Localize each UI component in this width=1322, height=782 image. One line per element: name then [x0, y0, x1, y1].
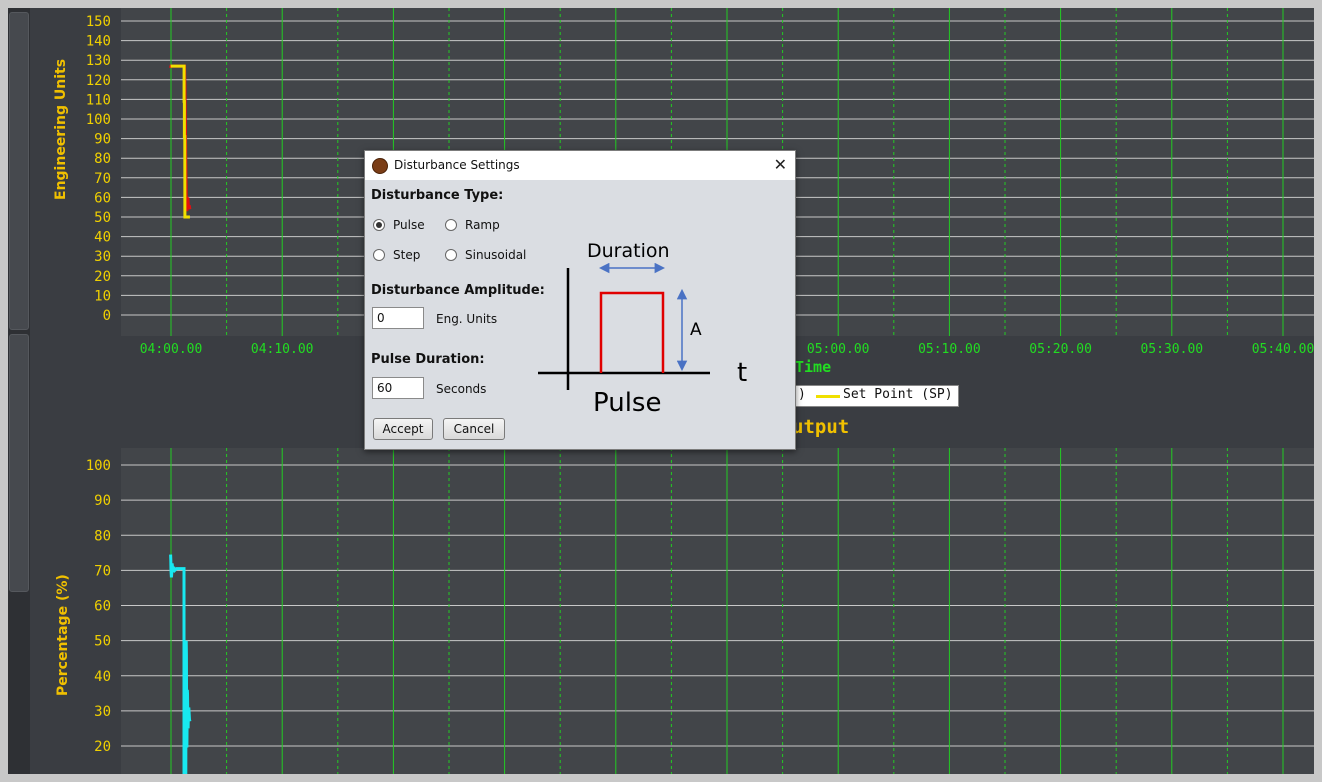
bottom-y-axis-label: Percentage (%) — [55, 574, 71, 696]
top-y-tick-label: 0 — [103, 308, 111, 324]
dialog-title: Disturbance Settings — [394, 158, 520, 172]
bottom-y-tick-label: 20 — [94, 739, 111, 755]
top-x-axis-label: Time — [795, 358, 831, 376]
top-y-tick-label: 140 — [86, 34, 111, 50]
bottom-y-tick-label: 80 — [94, 528, 111, 544]
radio-step-indicator[interactable] — [373, 249, 385, 261]
bottom-y-tick-label: 90 — [94, 493, 111, 509]
radio-pulse-label: Pulse — [393, 218, 425, 232]
top-y-tick-label: 120 — [86, 73, 111, 89]
top-x-tick-label: 05:10.00 — [918, 342, 981, 357]
duration-header: Pulse Duration: — [371, 352, 485, 367]
top-y-tick-label: 30 — [94, 249, 111, 265]
diagram-caption: Pulse — [593, 388, 661, 418]
bottom-y-tick-label: 60 — [94, 599, 111, 615]
top-y-tick-label: 130 — [86, 53, 111, 69]
bottom-y-tick-label: 100 — [86, 458, 111, 474]
top-y-axis-label: Engineering Units — [53, 59, 69, 200]
radio-pulse-indicator[interactable] — [373, 219, 385, 231]
top-x-tick-label: 05:20.00 — [1029, 342, 1092, 357]
radio-step-label: Step — [393, 248, 421, 262]
pulse-diagram: Duration A t Pulse — [538, 240, 747, 418]
dialog-title-bar[interactable]: Disturbance Settings ✕ — [365, 151, 795, 180]
radio-step[interactable]: Step — [373, 248, 420, 262]
top-x-tick-label: 04:10.00 — [251, 342, 314, 357]
radio-sinusoidal-label: Sinusoidal — [465, 248, 527, 262]
radio-sinusoidal[interactable]: Sinusoidal — [445, 248, 526, 262]
top-x-tick-label: 05:40.00 — [1252, 342, 1314, 357]
radio-ramp[interactable]: Ramp — [445, 218, 500, 232]
top-x-tick-label: 04:00.00 — [140, 342, 203, 357]
top-y-tick-label: 10 — [94, 288, 111, 304]
close-icon[interactable]: ✕ — [774, 155, 787, 174]
top-y-tick-label: 70 — [94, 171, 111, 187]
top-x-tick-label: 05:30.00 — [1140, 342, 1203, 357]
top-y-tick-label: 50 — [94, 210, 111, 226]
top-y-tick-label: 90 — [94, 132, 111, 148]
duration-unit: Seconds — [436, 382, 487, 396]
top-y-tick-label: 110 — [86, 92, 111, 108]
top-y-tick-label: 100 — [86, 112, 111, 128]
disturbance-app-icon — [372, 158, 388, 174]
cancel-button[interactable]: Cancel — [443, 418, 505, 440]
radio-sinusoidal-indicator[interactable] — [445, 249, 457, 261]
top-x-tick-label: 05:00.00 — [807, 342, 870, 357]
radio-pulse[interactable]: Pulse — [373, 218, 425, 232]
top-y-tick-label: 20 — [94, 269, 111, 285]
diagram-pulse-shape — [599, 291, 665, 373]
amplitude-header: Disturbance Amplitude: — [371, 283, 545, 298]
top-y-tick-label: 150 — [86, 14, 111, 30]
amplitude-input[interactable] — [372, 307, 424, 329]
bottom-y-tick-label: 50 — [94, 634, 111, 650]
dialog-body: Disturbance Type: Pulse Ramp Step Sinuso… — [365, 180, 795, 449]
amplitude-unit: Eng. Units — [436, 312, 498, 326]
diagram-t-label: t — [737, 358, 747, 388]
top-y-ticks: 1501401301201101009080706050403020100 — [86, 14, 111, 324]
bottom-y-tick-label: 40 — [94, 669, 111, 685]
duration-input[interactable] — [372, 377, 424, 399]
legend-sp-swatch — [816, 395, 840, 398]
bottom-chart-title: utput — [792, 416, 849, 438]
diagram-amp-label: A — [690, 320, 702, 340]
legend-partial: ) — [798, 387, 806, 402]
top-y-tick-label: 60 — [94, 190, 111, 206]
diagram-duration-label: Duration — [587, 240, 670, 262]
legend: ) Set Point (SP) — [795, 385, 959, 407]
top-y-tick-label: 80 — [94, 151, 111, 167]
disturbance-type-header: Disturbance Type: — [371, 188, 504, 203]
bottom-plot-area — [121, 448, 1314, 774]
bottom-y-ticks: 100 90 80 70 60 50 40 30 20 — [86, 458, 111, 755]
radio-ramp-label: Ramp — [465, 218, 500, 232]
bottom-y-tick-label: 70 — [94, 563, 111, 579]
accept-button[interactable]: Accept — [373, 418, 433, 440]
top-y-tick-label: 40 — [94, 230, 111, 246]
disturbance-settings-dialog: Disturbance Settings ✕ Disturbance Type:… — [364, 150, 796, 450]
legend-sp-label: Set Point (SP) — [843, 387, 953, 402]
radio-ramp-indicator[interactable] — [445, 219, 457, 231]
bottom-y-tick-label: 30 — [94, 704, 111, 720]
